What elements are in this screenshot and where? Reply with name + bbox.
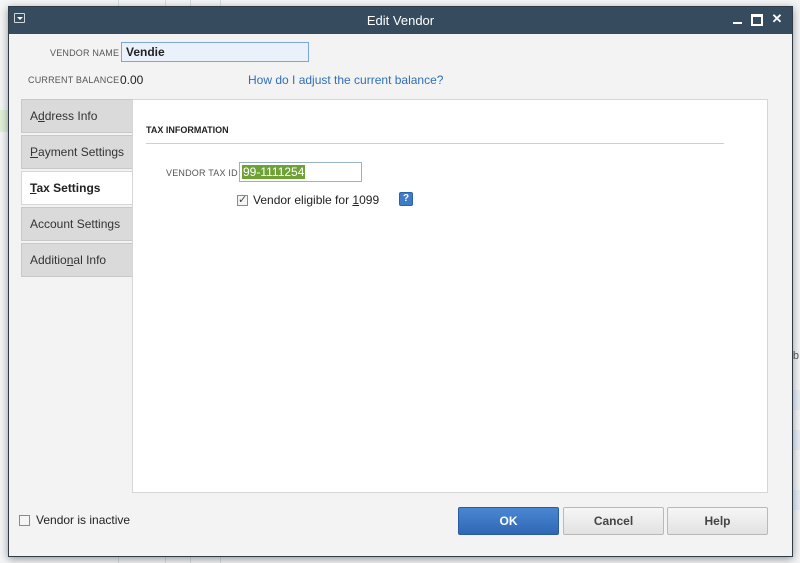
maximize-icon[interactable] [750,11,764,27]
tab-label-mnemonic: P [30,145,39,159]
tab-tax-settings[interactable]: Tax Settings [21,171,134,205]
tab-label: Account Settin [30,217,108,231]
adjust-balance-link[interactable]: How do I adjust the current balance? [248,73,443,87]
tab-label: ax Settings [36,181,101,195]
tax-settings-panel: TAX INFORMATION VENDOR TAX ID 99-1111254… [132,99,768,493]
edit-vendor-dialog: Edit Vendor ✕ VENDOR NAME CURRENT BALANC… [8,6,793,557]
vendor-tax-id-input[interactable]: 99-1111254 [239,162,362,182]
tab-label: dress Info [44,109,98,123]
settings-tabs: Address Info Payment Settings Tax Settin… [21,99,134,279]
eligible-1099-label: Vendor eligible for 1099 [253,193,379,207]
tab-label: s [114,217,121,231]
tab-account-settings[interactable]: Account Settings [21,207,133,241]
tab-label: ayment Settings [38,145,125,159]
current-balance-value: 0.00 [120,73,144,87]
window-title: Edit Vendor [366,13,435,28]
eligible-1099-checkbox-row[interactable]: Vendor eligible for 1099 [237,193,379,207]
help-button[interactable]: Help [667,507,768,535]
vendor-name-input[interactable] [121,42,309,62]
ok-button[interactable]: OK [458,507,559,535]
cancel-button[interactable]: Cancel [563,507,664,535]
label-part: 099 [359,193,380,207]
selected-text: 99-1111254 [242,165,306,179]
help-question-icon[interactable]: ? [399,192,413,206]
vendor-inactive-label: Vendor is inactive [36,513,131,527]
current-balance-label: CURRENT BALANCE [28,75,120,85]
tab-payment-settings[interactable]: Payment Settings [21,135,133,169]
tab-label: A [30,109,39,123]
vendor-tax-id-label: VENDOR TAX ID [166,168,238,178]
minimize-icon[interactable] [730,11,744,27]
tab-label: al Info [73,253,107,267]
section-divider [146,143,724,144]
label-part: Vendor eligible for [253,193,353,207]
vendor-inactive-checkbox[interactable] [19,514,30,526]
vendor-inactive-row[interactable]: Vendor is inactive [19,513,130,527]
tab-address-info[interactable]: Address Info [21,99,133,133]
section-title: TAX INFORMATION [146,125,229,135]
tab-label: Additio [30,253,67,267]
bg-edge-text: b [792,350,799,362]
vendor-name-label: VENDOR NAME [50,48,120,58]
tab-additional-info[interactable]: Additional Info [21,243,133,277]
tab-label-mnemonic: d [38,109,45,123]
eligible-1099-checkbox[interactable] [237,193,248,206]
title-bar[interactable]: Edit Vendor ✕ [9,7,792,34]
close-icon[interactable]: ✕ [770,11,784,27]
